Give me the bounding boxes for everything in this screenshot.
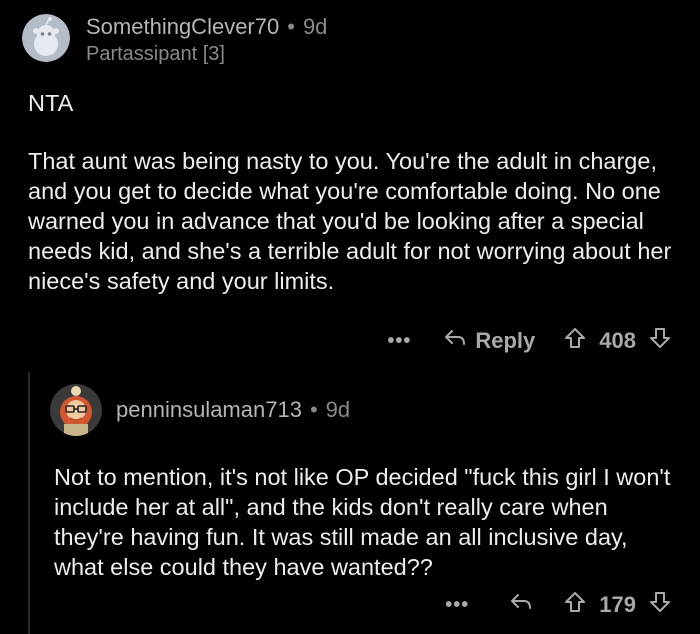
comment-paragraph: NTA [28,90,74,116]
comment-age: 9d [325,397,351,422]
comment-paragraph: That aunt was being nasty to you. You're… [28,148,672,294]
comment-age: 9d [302,14,328,39]
more-options-icon[interactable]: ••• [445,594,469,617]
more-options-icon[interactable]: ••• [387,330,411,353]
vote-controls: 408 [563,326,672,356]
reply-button[interactable]: Reply [443,328,535,354]
username[interactable]: SomethingClever70 [86,14,279,40]
downvote-icon[interactable] [648,590,672,620]
downvote-icon[interactable] [648,326,672,356]
separator-dot: • [309,397,318,422]
thread-line[interactable] [28,372,30,634]
username[interactable]: penninsulaman713 [116,397,302,423]
vote-score: 179 [599,592,636,617]
reply-label: Reply [475,328,536,353]
upvote-icon[interactable] [563,590,587,620]
separator-dot: • [287,14,295,39]
comment-header: penninsulaman713 • 9d [50,384,350,436]
comment-actions: ••• 179 [445,590,672,620]
comment-meta: SomethingClever70 • 9d Partassipant [3] [86,14,327,66]
comment-body: Not to mention, it's not like OP decided… [54,462,674,610]
comment-header: SomethingClever70 • 9d Partassipant [3] [22,14,327,66]
avatar-custom[interactable] [50,384,102,436]
vote-score: 408 [599,328,636,353]
comment-body: NTA That aunt was being nasty to you. Yo… [28,88,678,324]
avatar-snoo[interactable] [22,14,70,62]
user-flair: Partassipant [3] [86,43,225,65]
vote-controls: 179 [563,590,672,620]
comment-paragraph: Not to mention, it's not like OP decided… [54,464,671,580]
reply-arrow-icon [443,328,467,354]
comment-actions: ••• Reply 408 [387,326,672,356]
upvote-icon[interactable] [563,326,587,356]
reply-arrow-icon[interactable] [509,592,533,618]
comment-meta: penninsulaman713 • 9d [116,397,350,423]
